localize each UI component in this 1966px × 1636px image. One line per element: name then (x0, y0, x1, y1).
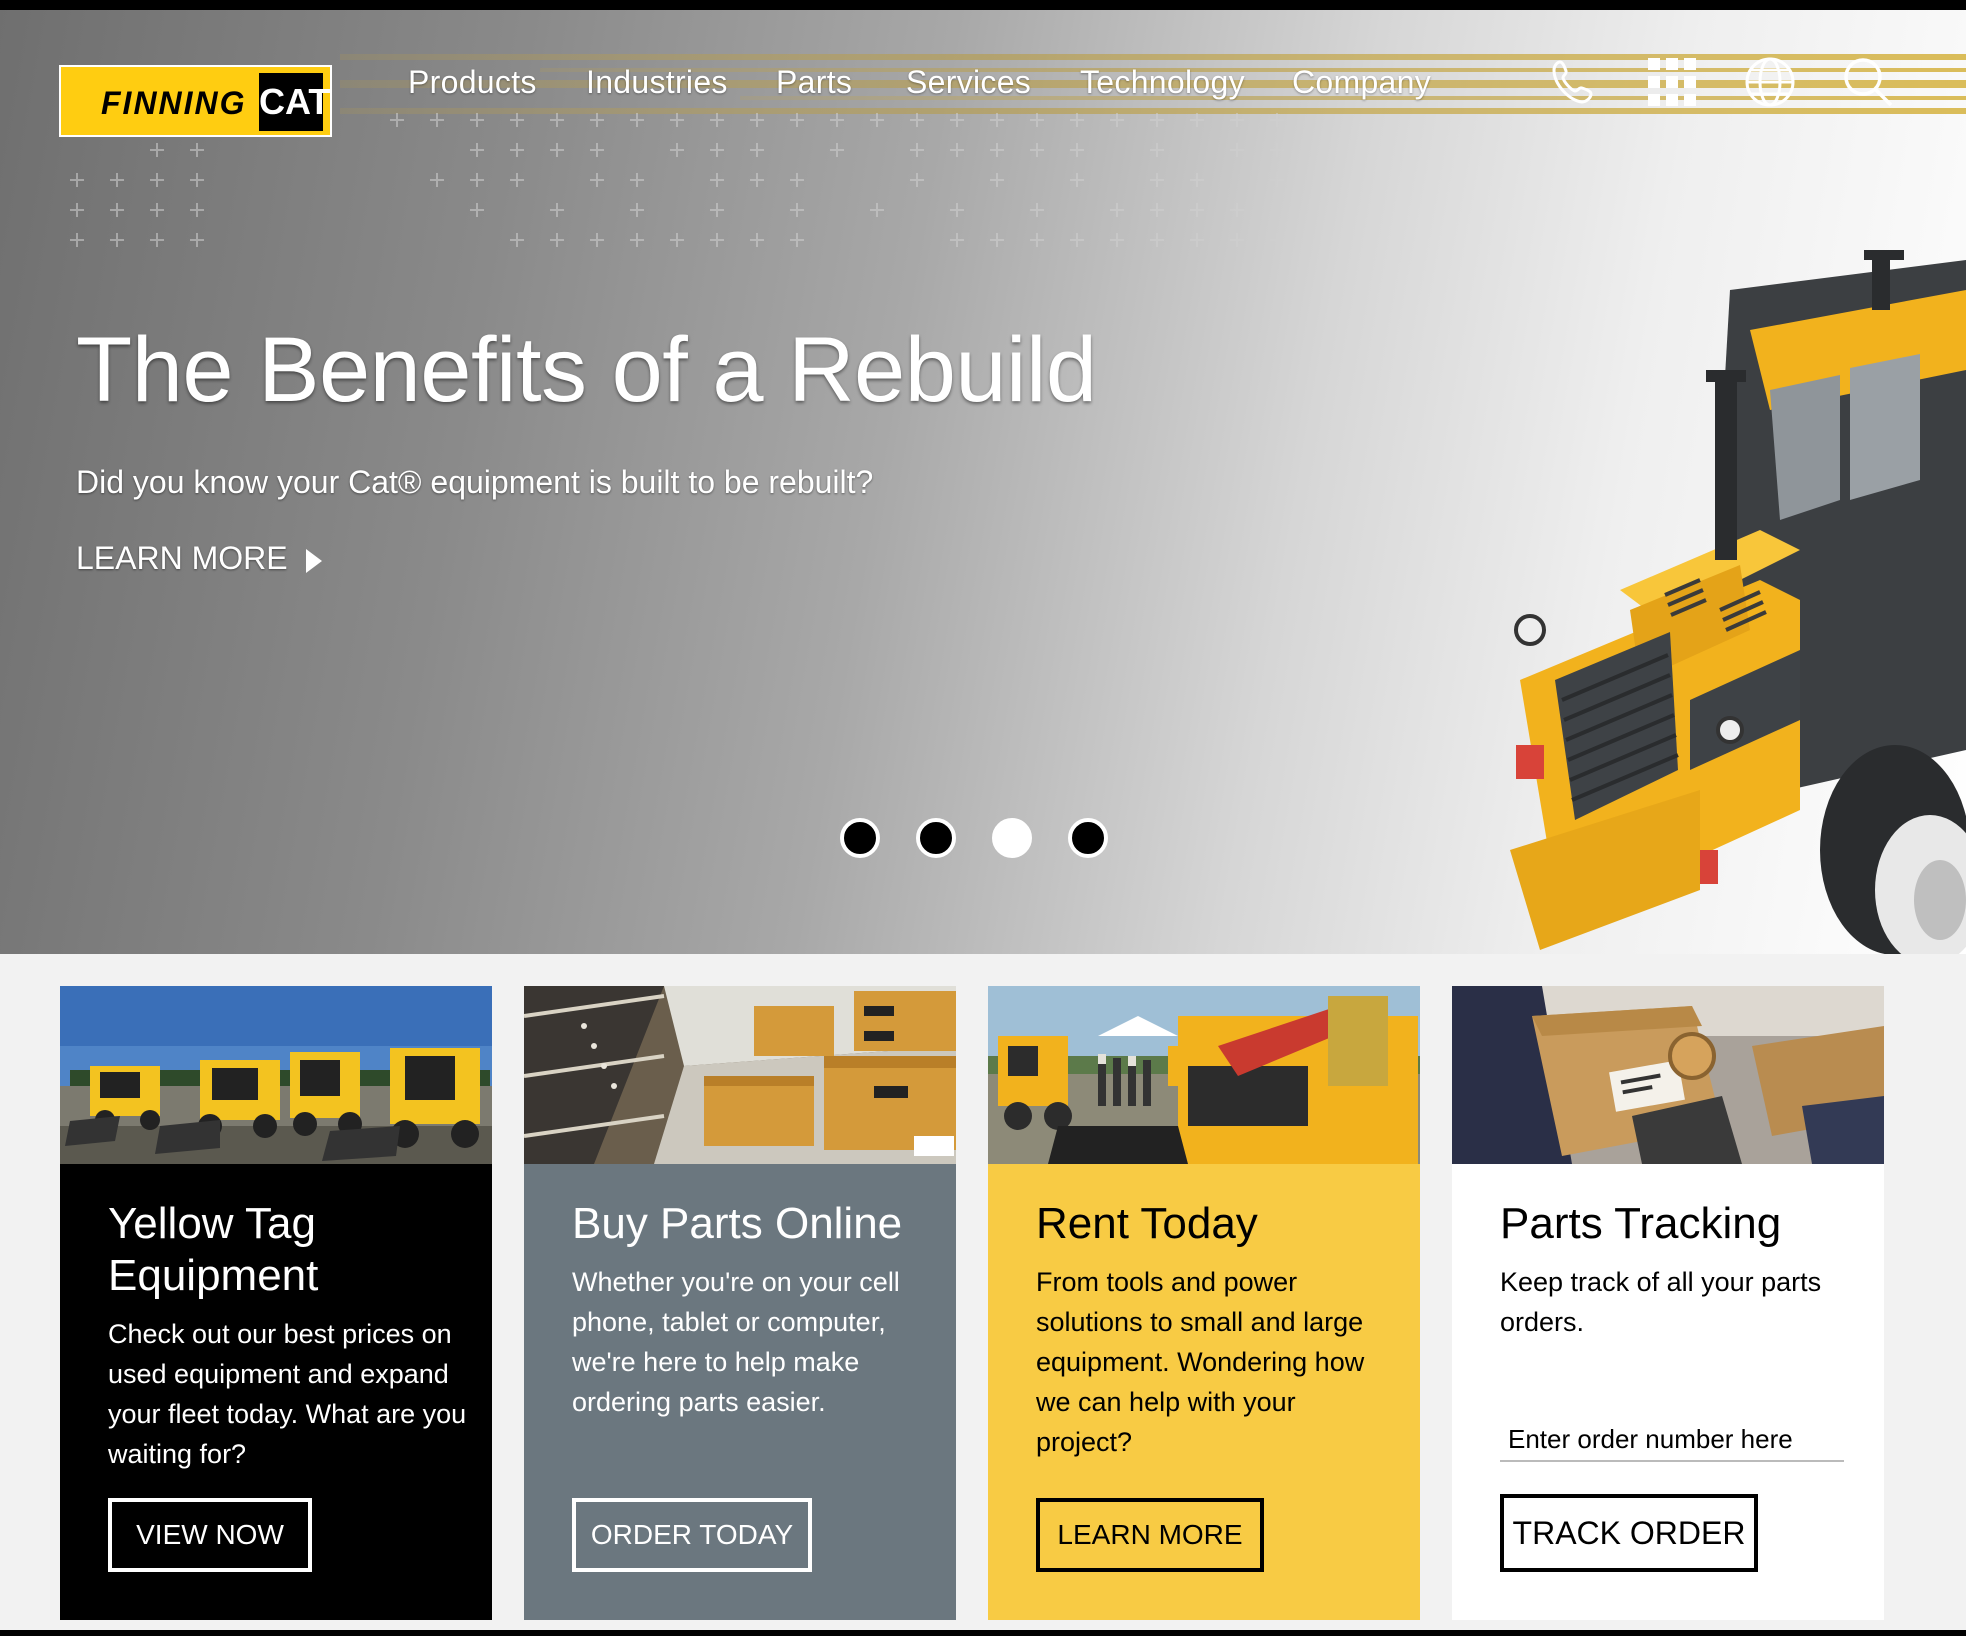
card-parts-tracking: Parts Tracking Keep track of all your pa… (1452, 986, 1884, 1620)
track-order-button[interactable]: TRACK ORDER (1500, 1494, 1758, 1572)
rental-equipment-event-image (988, 986, 1420, 1164)
nav-technology[interactable]: Technology (1080, 64, 1245, 101)
carousel-dot-4[interactable] (1068, 818, 1108, 858)
apps-grid-icon[interactable] (1646, 56, 1698, 108)
view-now-button[interactable]: VIEW NOW (108, 1498, 312, 1572)
play-arrow-icon (305, 548, 322, 573)
cat-logo-mark: CAT (259, 73, 330, 131)
card-description: Keep track of all your parts orders. (1500, 1267, 1822, 1337)
nav-services[interactable]: Services (906, 64, 1031, 101)
order-today-button[interactable]: ORDER TODAY (572, 1498, 812, 1572)
card-description: Check out our best prices on used equipm… (108, 1319, 467, 1469)
card-buy-parts-online: Buy Parts Online Whether you're on your … (524, 986, 956, 1620)
plus-pattern (70, 113, 1284, 247)
globe-icon[interactable] (1744, 56, 1796, 108)
carousel-dot-1[interactable] (840, 818, 880, 858)
top-strip (0, 0, 1966, 10)
card-title: Yellow Tag Equipment (108, 1199, 319, 1300)
search-icon[interactable] (1842, 56, 1894, 108)
hero-subtitle: Did you know your Cat® equipment is buil… (76, 464, 874, 500)
nav-products[interactable]: Products (408, 64, 537, 101)
phone-icon[interactable] (1548, 56, 1600, 108)
card-title: Parts Tracking (1500, 1199, 1782, 1248)
card-title: Buy Parts Online (572, 1199, 903, 1248)
card-yellow-tag-equipment: Yellow Tag Equipment Check out our best … (60, 986, 492, 1620)
hero-title: The Benefits of a Rebuild (76, 319, 1097, 421)
parts-package-image (1452, 986, 1884, 1164)
hero-banner: FINNING CAT Products Industries Parts Se… (0, 0, 1966, 954)
card-rent-today: Rent Today From tools and power solution… (988, 986, 1420, 1620)
finning-cat-logo[interactable]: FINNING CAT (59, 65, 332, 137)
card-description: From tools and power solutions to small … (1036, 1267, 1365, 1457)
order-number-input[interactable] (1500, 1418, 1844, 1462)
nav-industries[interactable]: Industries (586, 64, 728, 101)
hero-cta-label: LEARN MORE (76, 540, 288, 576)
carousel-dot-2[interactable] (916, 818, 956, 858)
card-title: Rent Today (1036, 1199, 1258, 1248)
logo-wordmark: FINNING (101, 85, 247, 121)
hero-learn-more-link[interactable]: LEARN MORE (76, 540, 322, 577)
carousel-dot-3[interactable] (992, 818, 1032, 858)
bottom-strip (0, 1630, 1966, 1636)
nav-company[interactable]: Company (1292, 64, 1431, 101)
wheel-loader-illustration (1510, 250, 1966, 954)
warehouse-shelves-image (524, 986, 956, 1164)
skid-steer-loaders-image (60, 986, 492, 1164)
card-description: Whether you're on your cell phone, table… (572, 1267, 900, 1417)
page: FINNING CAT Products Industries Parts Se… (0, 0, 1966, 1636)
rent-learn-more-button[interactable]: LEARN MORE (1036, 1498, 1264, 1572)
nav-parts[interactable]: Parts (776, 64, 852, 101)
